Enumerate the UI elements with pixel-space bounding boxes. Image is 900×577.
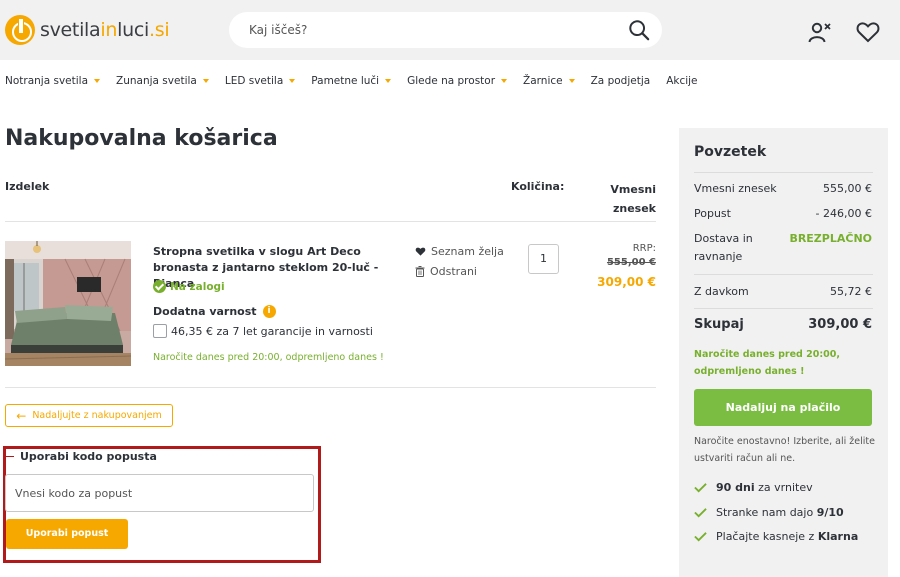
check-icon xyxy=(694,532,707,542)
check-icon xyxy=(694,483,707,493)
order-summary: Povzetek Vmesni znesek 555,00 € Popust -… xyxy=(679,128,888,577)
info-icon[interactable]: i xyxy=(262,305,276,318)
nav-item-zunanja-svetila[interactable]: Zunanja svetila xyxy=(116,75,209,87)
divider xyxy=(5,387,656,388)
caret-down-icon xyxy=(385,79,392,83)
item-price: 309,00 € xyxy=(597,275,656,289)
coupon-input[interactable] xyxy=(5,474,314,512)
old-price: 555,00 € xyxy=(606,257,656,268)
rrp-label: RRP: xyxy=(632,243,656,254)
subtotal-label: Vmesni znesek xyxy=(694,182,777,195)
warranty-option[interactable]: 46,35 € za 7 let garancije in varnosti xyxy=(153,324,373,338)
search-icon[interactable] xyxy=(628,19,650,41)
caret-down-icon xyxy=(289,79,296,83)
divider xyxy=(694,274,873,275)
discount-value: - 246,00 € xyxy=(815,207,872,220)
heart-icon xyxy=(415,247,426,256)
search-bar xyxy=(229,12,662,48)
caret-down-icon xyxy=(202,79,209,83)
perk-rating: Stranke nam dajo 9/10 xyxy=(694,506,844,519)
perk-returns: 90 dni za vrnitev xyxy=(694,481,813,494)
page-title: Nakupovalna košarica xyxy=(5,126,278,151)
site-header: svetilainluci.si xyxy=(0,0,900,60)
apply-coupon-button[interactable]: Uporabi popust xyxy=(6,519,128,549)
coupon-toggle[interactable]: Uporabi kodo popusta xyxy=(6,450,157,463)
shipping-value: BREZPLAČNO xyxy=(789,232,872,245)
tax-value: 55,72 € xyxy=(830,285,872,298)
search-input[interactable] xyxy=(249,12,619,48)
nav-item-zarnice[interactable]: Žarnice xyxy=(523,75,575,87)
col-header-product: Izdelek xyxy=(5,180,50,193)
nav-item-pametne-luci[interactable]: Pametne luči xyxy=(311,75,392,87)
product-image[interactable] xyxy=(5,241,131,366)
col-header-quantity: Količina: xyxy=(511,180,565,193)
warranty-checkbox[interactable] xyxy=(153,324,167,338)
col-header-subtotal: Vmesni znesek xyxy=(610,183,656,215)
check-icon xyxy=(694,508,707,518)
quantity-input[interactable]: 1 xyxy=(528,244,559,274)
discount-label: Popust xyxy=(694,207,731,220)
continue-shopping-button[interactable]: ← Nadaljujte z nakupovanjem xyxy=(5,404,173,427)
extra-protection-title: Dodatna varnost i xyxy=(153,305,276,318)
nav-item-za-podjetja[interactable]: Za podjetja xyxy=(591,75,651,87)
summary-dispatch-note: Naročite danes pred 20:00, odpremljeno d… xyxy=(694,349,841,377)
wishlist-button[interactable]: Seznam želja xyxy=(415,245,504,258)
remove-button[interactable]: Odstrani xyxy=(415,265,477,278)
heart-icon[interactable] xyxy=(856,20,880,44)
dispatch-note: Naročite danes pred 20:00, odpremljeno d… xyxy=(153,352,384,363)
nav-item-led-svetila[interactable]: LED svetila xyxy=(225,75,296,87)
stock-status: Na zalogi xyxy=(153,280,225,293)
divider xyxy=(5,221,656,222)
logo-power-icon xyxy=(5,15,35,45)
trash-icon xyxy=(415,266,425,277)
nav-item-notranja-svetila[interactable]: Notranja svetila xyxy=(5,75,101,87)
checkout-button[interactable]: Nadaljuj na plačilo xyxy=(694,389,872,426)
arrow-left-icon: ← xyxy=(16,408,27,423)
account-icon[interactable] xyxy=(808,20,832,44)
collapse-icon xyxy=(6,456,14,457)
nav-item-akcije[interactable]: Akcije xyxy=(666,75,697,87)
divider xyxy=(694,172,873,173)
tax-label: Z davkom xyxy=(694,285,749,298)
caret-down-icon xyxy=(501,79,508,83)
subtotal-value: 555,00 € xyxy=(823,182,872,195)
total-value: 309,00 € xyxy=(808,317,872,332)
perk-klarna: Plačajte kasneje z Klarna xyxy=(694,530,858,543)
check-circle-icon xyxy=(153,280,166,293)
main-nav: Notranja svetila Zunanja svetila LED sve… xyxy=(0,62,900,100)
shipping-label: Dostava in ravnanje xyxy=(694,232,753,263)
caret-down-icon xyxy=(568,79,575,83)
checkout-hint: Naročite enostavno! Izberite, ali želite… xyxy=(694,436,875,464)
divider xyxy=(694,308,873,309)
logo-text: svetilainluci.si xyxy=(40,19,170,41)
nav-item-glede-na-prostor[interactable]: Glede na prostor xyxy=(407,75,508,87)
summary-title: Povzetek xyxy=(694,144,767,160)
total-label: Skupaj xyxy=(694,317,744,332)
caret-down-icon xyxy=(94,79,101,83)
site-logo[interactable]: svetilainluci.si xyxy=(5,15,170,45)
